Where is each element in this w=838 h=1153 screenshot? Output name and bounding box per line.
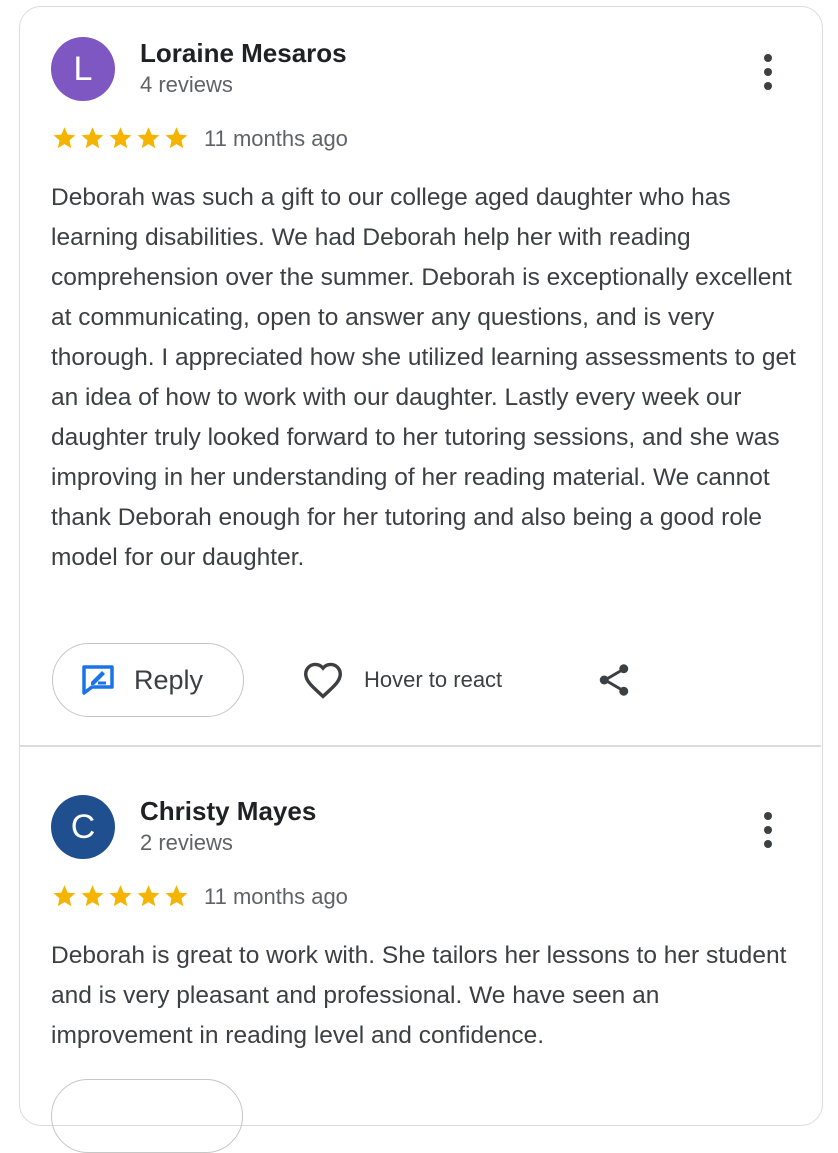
star-icon	[81, 885, 104, 907]
star-icon	[109, 127, 132, 149]
reply-button[interactable]: Reply	[52, 643, 244, 717]
heart-icon	[303, 662, 343, 699]
react-label: Hover to react	[364, 667, 503, 692]
star-icon	[81, 127, 104, 149]
review-date: 11 months ago	[204, 126, 348, 151]
more-vert-icon	[764, 812, 772, 820]
review-divider	[20, 745, 821, 747]
star-rating	[51, 125, 191, 151]
review-text: Deborah is great to work with. She tailo…	[51, 942, 787, 1049]
star-icon	[109, 885, 132, 907]
review-date: 11 months ago	[204, 884, 348, 909]
more-options-button[interactable]	[753, 52, 783, 92]
review-count: 2 reviews	[140, 830, 233, 855]
share-icon[interactable]	[596, 662, 632, 698]
reviewer-name[interactable]: Christy Mayes	[140, 796, 316, 827]
reply-label: Reply	[134, 664, 204, 695]
more-vert-icon	[764, 54, 772, 62]
star-icon	[165, 885, 188, 907]
avatar[interactable]: L	[51, 37, 115, 101]
star-icon	[53, 127, 76, 149]
reviewer-name[interactable]: Loraine Mesaros	[140, 38, 347, 69]
reviews-card: L Loraine Mesaros 4 reviews 11 months ag…	[19, 6, 823, 1126]
star-rating	[51, 883, 191, 909]
review-count: 4 reviews	[140, 72, 233, 97]
reply-icon	[82, 665, 114, 695]
star-icon	[137, 885, 160, 907]
review-actions: Reply Hover to react	[52, 643, 752, 719]
star-icon	[165, 127, 188, 149]
react-button[interactable]: Hover to react	[302, 643, 502, 717]
more-options-button[interactable]	[753, 810, 783, 850]
reply-button-partial[interactable]	[51, 1079, 243, 1153]
star-icon	[137, 127, 160, 149]
star-icon	[53, 885, 76, 907]
review-text: Deborah was such a gift to our college a…	[51, 184, 796, 571]
avatar[interactable]: C	[51, 795, 115, 859]
